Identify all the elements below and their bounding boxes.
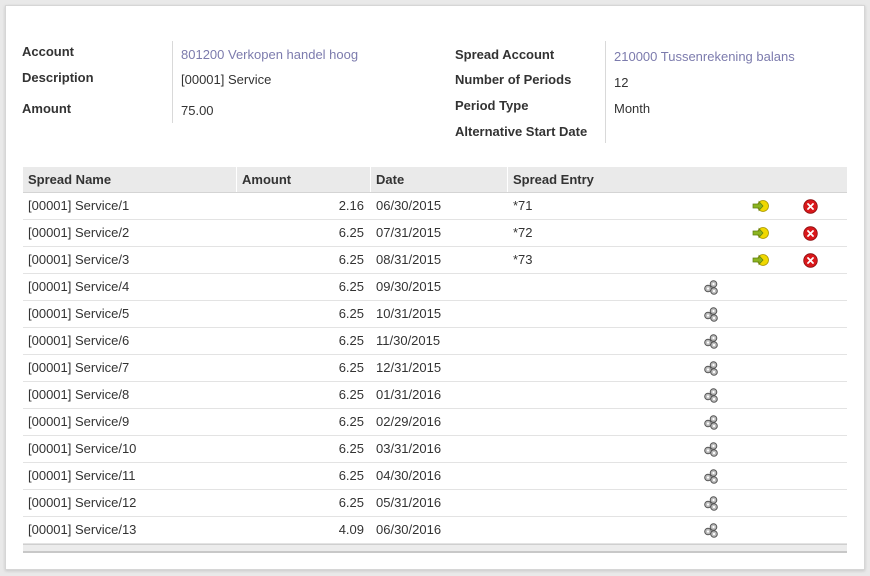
create-move-icon[interactable] bbox=[703, 387, 720, 404]
create-move-icon[interactable] bbox=[703, 468, 720, 485]
cell-spread-name: [00001] Service/6 bbox=[28, 333, 130, 348]
create-move-icon[interactable] bbox=[703, 495, 720, 512]
cell-amount: 6.25 bbox=[338, 252, 364, 267]
unlink-move-icon[interactable] bbox=[803, 226, 818, 241]
cell-date: 07/31/2015 bbox=[376, 225, 442, 240]
table-row[interactable]: [00001] Service/2 6.25 07/31/2015 *72 bbox=[23, 220, 847, 247]
create-move-icon[interactable] bbox=[703, 279, 720, 296]
cell-spread-name: [00001] Service/7 bbox=[28, 360, 130, 375]
cell-date: 12/31/2015 bbox=[376, 360, 442, 375]
form-sheet: Account 801200 Verkopen handel hoog Desc… bbox=[5, 5, 865, 570]
cell-spread-name: [00001] Service/8 bbox=[28, 387, 130, 402]
table-row[interactable]: [00001] Service/4 6.25 09/30/2015 bbox=[23, 274, 847, 301]
open-move-icon[interactable] bbox=[752, 199, 769, 213]
table-row[interactable]: [00001] Service/12 6.25 05/31/2016 bbox=[23, 490, 847, 517]
table-row[interactable]: [00001] Service/7 6.25 12/31/2015 bbox=[23, 355, 847, 382]
col-header-date[interactable]: Date bbox=[376, 172, 404, 187]
left-group-divider bbox=[172, 41, 173, 123]
period-type-label: Period Type bbox=[455, 98, 529, 113]
unlink-move-icon[interactable] bbox=[803, 199, 818, 214]
cell-amount: 6.25 bbox=[338, 387, 364, 402]
spread-lines-table: Spread Name Amount Date Spread Entry [00… bbox=[23, 167, 847, 553]
cell-amount: 6.25 bbox=[338, 360, 364, 375]
table-row[interactable]: [00001] Service/13 4.09 06/30/2016 bbox=[23, 517, 847, 544]
amount-value: 75.00 bbox=[181, 103, 214, 118]
table-row[interactable]: [00001] Service/9 6.25 02/29/2016 bbox=[23, 409, 847, 436]
table-row[interactable]: [00001] Service/3 6.25 08/31/2015 *73 bbox=[23, 247, 847, 274]
create-move-icon[interactable] bbox=[703, 333, 720, 350]
num-periods-value: 12 bbox=[614, 75, 629, 90]
cell-amount: 6.25 bbox=[338, 306, 364, 321]
cell-date: 11/30/2015 bbox=[376, 333, 441, 348]
cell-spread-name: [00001] Service/12 bbox=[28, 495, 137, 510]
cell-spread-name: [00001] Service/2 bbox=[28, 225, 130, 240]
account-link[interactable]: 801200 Verkopen handel hoog bbox=[181, 47, 358, 62]
open-move-icon[interactable] bbox=[752, 226, 769, 240]
cell-date: 02/29/2016 bbox=[376, 414, 442, 429]
table-header: Spread Name Amount Date Spread Entry bbox=[23, 167, 847, 193]
cell-date: 03/31/2016 bbox=[376, 441, 442, 456]
col-header-spread-entry[interactable]: Spread Entry bbox=[513, 172, 594, 187]
spread-account-label: Spread Account bbox=[455, 47, 555, 62]
description-label: Description bbox=[22, 70, 94, 85]
cell-date: 04/30/2016 bbox=[376, 468, 442, 483]
cell-spread-name: [00001] Service/3 bbox=[28, 252, 130, 267]
cell-spread-name: [00001] Service/11 bbox=[28, 468, 136, 483]
cell-spread-name: [00001] Service/9 bbox=[28, 414, 130, 429]
cell-amount: 6.25 bbox=[338, 414, 364, 429]
table-row[interactable]: [00001] Service/1 2.16 06/30/2015 *71 bbox=[23, 193, 847, 220]
right-group-divider bbox=[605, 41, 606, 143]
spread-account-link[interactable]: 210000 Tussenrekening balans bbox=[614, 49, 795, 64]
cell-spread-name: [00001] Service/10 bbox=[28, 441, 137, 456]
cell-date: 10/31/2015 bbox=[376, 306, 442, 321]
cell-amount: 4.09 bbox=[338, 522, 364, 537]
cell-amount: 6.25 bbox=[338, 279, 364, 294]
cell-date: 06/30/2015 bbox=[376, 198, 442, 213]
col-header-spread-name[interactable]: Spread Name bbox=[28, 172, 111, 187]
table-body: [00001] Service/1 2.16 06/30/2015 *71 [00001… bbox=[23, 193, 847, 544]
cell-amount: 2.16 bbox=[338, 198, 364, 213]
cell-spread-name: [00001] Service/5 bbox=[28, 306, 130, 321]
create-move-icon[interactable] bbox=[703, 441, 720, 458]
description-value: [00001] Service bbox=[181, 72, 272, 87]
period-type-value: Month bbox=[614, 101, 651, 116]
table-row[interactable]: [00001] Service/6 6.25 11/30/2015 bbox=[23, 328, 847, 355]
account-label: Account bbox=[22, 44, 74, 59]
table-footer bbox=[23, 544, 847, 553]
cell-date: 01/31/2016 bbox=[376, 387, 442, 402]
table-row[interactable]: [00001] Service/8 6.25 01/31/2016 bbox=[23, 382, 847, 409]
num-periods-label: Number of Periods bbox=[455, 72, 572, 87]
cell-date: 06/30/2016 bbox=[376, 522, 442, 537]
header-divider bbox=[507, 167, 508, 192]
header-divider bbox=[370, 167, 371, 192]
cell-date: 08/31/2015 bbox=[376, 252, 442, 267]
cell-spread-entry[interactable]: *71 bbox=[513, 198, 533, 213]
create-move-icon[interactable] bbox=[703, 522, 720, 539]
cell-spread-entry[interactable]: *72 bbox=[513, 225, 533, 240]
alt-start-date-label: Alternative Start Date bbox=[455, 124, 588, 139]
cell-date: 05/31/2016 bbox=[376, 495, 442, 510]
cell-amount: 6.25 bbox=[338, 468, 364, 483]
create-move-icon[interactable] bbox=[703, 414, 720, 431]
open-move-icon[interactable] bbox=[752, 253, 769, 267]
cell-amount: 6.25 bbox=[338, 225, 364, 240]
cell-amount: 6.25 bbox=[338, 333, 364, 348]
cell-spread-name: [00001] Service/4 bbox=[28, 279, 130, 294]
table-row[interactable]: [00001] Service/10 6.25 03/31/2016 bbox=[23, 436, 847, 463]
cell-spread-name: [00001] Service/1 bbox=[28, 198, 130, 213]
create-move-icon[interactable] bbox=[703, 306, 720, 323]
cell-date: 09/30/2015 bbox=[376, 279, 442, 294]
amount-label: Amount bbox=[22, 101, 72, 116]
cell-amount: 6.25 bbox=[338, 495, 364, 510]
table-row[interactable]: [00001] Service/11 6.25 04/30/2016 bbox=[23, 463, 847, 490]
cell-spread-entry[interactable]: *73 bbox=[513, 252, 533, 267]
create-move-icon[interactable] bbox=[703, 360, 720, 377]
unlink-move-icon[interactable] bbox=[803, 253, 818, 268]
cell-amount: 6.25 bbox=[338, 441, 364, 456]
cell-spread-name: [00001] Service/13 bbox=[28, 522, 137, 537]
table-row[interactable]: [00001] Service/5 6.25 10/31/2015 bbox=[23, 301, 847, 328]
header-divider bbox=[236, 167, 237, 192]
col-header-amount[interactable]: Amount bbox=[242, 172, 291, 187]
